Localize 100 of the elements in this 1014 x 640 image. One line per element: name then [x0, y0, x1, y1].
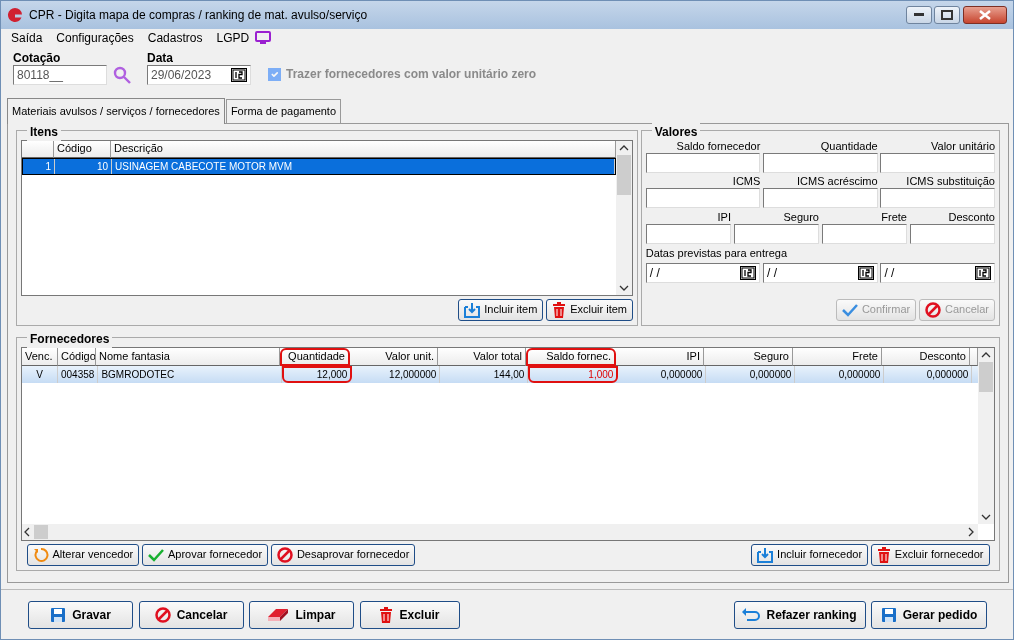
footer-button[interactable]: Gravar: [28, 600, 133, 629]
undo-icon: [742, 607, 761, 622]
prohibited-icon: [924, 301, 941, 318]
table-cell: 12,000: [282, 365, 353, 383]
footer-button[interactable]: Cancelar: [138, 600, 244, 629]
trash-icon: [379, 606, 394, 623]
tab[interactable]: Materiais avulsos / serviços / fornecedores: [7, 98, 225, 124]
table-cell: 1,000: [528, 365, 619, 383]
field-label: Cotação: [13, 51, 62, 65]
download-icon: [464, 301, 481, 318]
eraser-icon: [267, 607, 290, 622]
footer-button[interactable]: Limpar: [249, 600, 354, 629]
table-cell: BGMRODOTEC: [98, 365, 283, 383]
column-header: Código: [54, 140, 111, 158]
calendar-icon[interactable]: [975, 265, 991, 280]
supplier-button[interactable]: Alterar vencedor: [26, 543, 140, 566]
calendar-icon[interactable]: [740, 265, 757, 280]
footer-button[interactable]: Gerar pedido: [871, 600, 987, 629]
table-cell: 1: [23, 158, 55, 174]
input-field[interactable]: [880, 152, 995, 173]
table-cell: 0,000000: [884, 365, 973, 383]
minimize-button[interactable]: [905, 6, 932, 24]
scroll-up-icon[interactable]: [981, 351, 991, 358]
field-label: ICMS: [731, 175, 761, 189]
column-header: [22, 140, 54, 158]
scroll-left-icon[interactable]: [24, 526, 30, 537]
scroll-thumb[interactable]: [979, 361, 993, 392]
input-field[interactable]: [645, 224, 731, 244]
supplier-button[interactable]: Aprovar fornecedor: [141, 543, 269, 566]
date-field[interactable]: / /: [880, 262, 995, 283]
maximize-button[interactable]: [934, 6, 961, 24]
item-button[interactable]: Excluir item: [546, 298, 633, 321]
floppy-icon: [880, 606, 897, 623]
menu-item[interactable]: LGPD: [216, 29, 250, 47]
column-header: Descrição: [111, 140, 616, 158]
scroll-thumb[interactable]: [617, 154, 631, 195]
calendar-icon[interactable]: [857, 265, 874, 280]
input-field[interactable]: [733, 224, 819, 244]
field-label: Data: [147, 51, 174, 65]
supplier-button[interactable]: Excluir fornecedor: [870, 543, 990, 566]
minimize-icon: [913, 13, 924, 17]
table-cell: 004358: [58, 365, 99, 383]
scroll-up-icon[interactable]: [619, 144, 629, 151]
column-header: IPI: [616, 347, 704, 366]
field-label: Datas previstas para entrega: [645, 246, 788, 260]
field-label: Desconto: [947, 211, 995, 224]
logo-icon: [7, 7, 23, 23]
input-field[interactable]: [645, 188, 761, 209]
date-field[interactable]: 29/06/2023: [147, 65, 251, 85]
refresh-icon: [32, 546, 49, 563]
trash-icon: [552, 301, 567, 318]
tab[interactable]: Forma de pagamento: [225, 99, 342, 123]
window-title: CPR - Digita mapa de compras / ranking de mat. avulso/serviço: [29, 7, 369, 24]
prohibited-icon: [154, 606, 171, 623]
scroll-down-icon[interactable]: [981, 513, 991, 520]
monitor-icon[interactable]: [255, 31, 272, 45]
table-cell: 0,000000: [706, 365, 796, 383]
input-field[interactable]: [763, 188, 878, 209]
table-cell: USINAGEM CABECOTE MOTOR MVM: [112, 158, 615, 174]
footer-button[interactable]: Excluir: [359, 600, 460, 629]
calendar-icon[interactable]: [231, 68, 247, 82]
item-button[interactable]: Incluir item: [458, 298, 544, 321]
table-cell: V: [22, 365, 58, 383]
floppy-icon: [50, 606, 67, 623]
menu-item[interactable]: Cadastros: [147, 29, 203, 47]
column-header: Desconto: [882, 347, 970, 366]
trash-icon: [876, 546, 891, 563]
cotacao-field[interactable]: 80118__: [13, 65, 107, 85]
date-field[interactable]: / /: [763, 262, 878, 283]
scrollbar[interactable]: [616, 140, 632, 295]
field-label: Quantidade: [819, 139, 878, 153]
search-icon[interactable]: [112, 66, 131, 84]
scroll-right-icon[interactable]: [968, 526, 974, 537]
close-button[interactable]: [963, 6, 1007, 24]
field-label: Seguro: [782, 211, 819, 224]
grid-header: [970, 347, 978, 366]
column-header: Nome fantasia: [96, 347, 280, 366]
column-header: Venc.: [22, 347, 58, 366]
table-cell: 0,000000: [618, 365, 707, 383]
menu-item[interactable]: Configurações: [56, 29, 134, 47]
input-field[interactable]: [821, 224, 907, 244]
scrollbar[interactable]: [978, 347, 994, 524]
column-header: Valor total: [438, 347, 526, 366]
scroll-thumb[interactable]: [34, 524, 48, 539]
input-field[interactable]: [645, 152, 761, 173]
supplier-button[interactable]: Desaprovar fornecedor: [270, 543, 416, 566]
input-field[interactable]: [880, 188, 995, 209]
checkbox-label: Trazer fornecedores com valor unitário zero: [286, 66, 537, 83]
scrollbar[interactable]: [22, 523, 978, 540]
field-label: ICMS substituição: [905, 175, 995, 189]
scroll-down-icon[interactable]: [619, 284, 629, 291]
input-field[interactable]: [763, 152, 878, 173]
date-field[interactable]: / /: [645, 262, 761, 283]
download-icon: [757, 546, 774, 563]
menu-item[interactable]: Saída: [11, 29, 43, 47]
footer-button[interactable]: Refazer ranking: [733, 600, 866, 629]
field-label: IPI: [716, 211, 731, 224]
supplier-button[interactable]: Incluir fornecedor: [751, 543, 869, 566]
table-cell: 10: [55, 158, 112, 174]
input-field[interactable]: [909, 224, 995, 244]
